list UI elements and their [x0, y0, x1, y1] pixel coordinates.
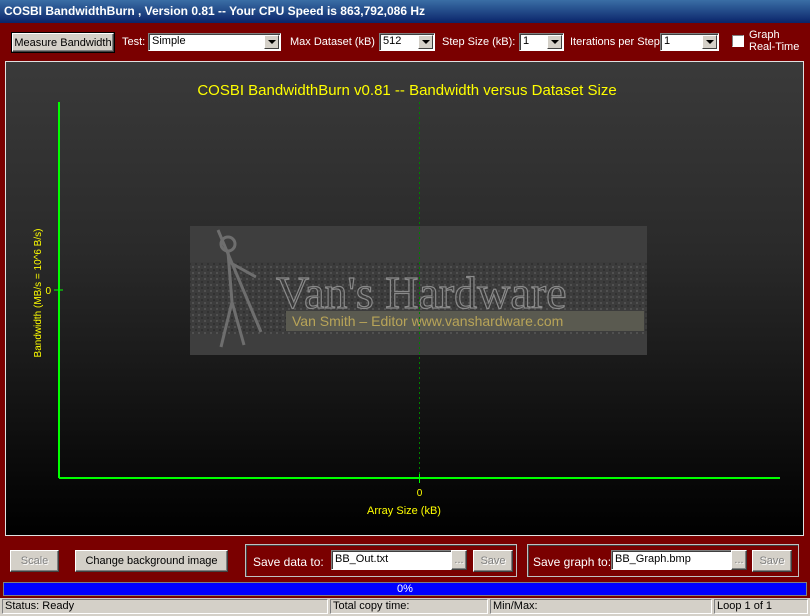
y-axis-label: Bandwidth (MB/s = 10^6 B/s) — [33, 229, 44, 358]
chevron-down-icon[interactable] — [264, 35, 279, 49]
save-graph-label: Save graph to: — [533, 555, 612, 569]
progress-bar: 0% — [3, 582, 807, 596]
watermark-logo: Van's Hardware Van Smith – Editor www.va… — [190, 226, 647, 355]
chart-title: COSBI BandwidthBurn v0.81 -- Bandwidth v… — [197, 82, 616, 99]
status-bar: Status: Ready Total copy time: Min/Max: … — [0, 598, 810, 616]
browse-graph-button[interactable]: ... — [731, 550, 747, 570]
y-tick-label: 0 — [45, 286, 51, 297]
iterations-value: 1 — [664, 35, 671, 47]
graph-realtime-label-line1: Graph — [749, 29, 780, 41]
graph-realtime-checkbox[interactable] — [732, 35, 744, 47]
loop-text: Loop 1 of 1 — [714, 599, 808, 614]
step-size-select[interactable]: 1 — [519, 33, 564, 51]
iterations-select[interactable]: 1 — [660, 33, 719, 51]
step-size-label: Step Size (kB): — [442, 36, 516, 48]
status-text: Status: Ready — [2, 599, 328, 614]
x-axis-label: Array Size (kB) — [367, 505, 441, 517]
save-graph-path-value: BB_Graph.bmp — [615, 553, 691, 565]
title-bar: COSBI BandwidthBurn , Version 0.81 -- Yo… — [0, 0, 810, 23]
test-label: Test: — [122, 36, 146, 48]
max-dataset-label: Max Dataset (kB) — [290, 36, 375, 48]
bandwidth-chart: Van's Hardware Van Smith – Editor www.va… — [33, 82, 780, 517]
save-graph-path-input[interactable]: BB_Graph.bmp — [611, 550, 732, 570]
window-title: COSBI BandwidthBurn , Version 0.81 -- Yo… — [4, 4, 426, 18]
minmax-text: Min/Max: — [490, 599, 712, 614]
x-tick-label: 0 — [417, 488, 423, 499]
save-data-label: Save data to: — [253, 555, 324, 569]
max-dataset-select[interactable]: 512 — [379, 33, 435, 51]
chevron-down-icon[interactable] — [547, 35, 562, 49]
test-select-value: Simple — [152, 35, 186, 47]
save-data-button[interactable]: Save — [473, 550, 513, 572]
browse-data-button[interactable]: ... — [451, 550, 467, 570]
watermark-subtitle: Van Smith – Editor www.vanshardware.com — [292, 313, 563, 329]
copy-time-text: Total copy time: — [330, 599, 488, 614]
test-select[interactable]: Simple — [148, 33, 281, 51]
measure-bandwidth-button[interactable]: Measure Bandwidth — [11, 32, 115, 53]
chart-area: Van's Hardware Van Smith – Editor www.va… — [5, 61, 804, 536]
change-background-button[interactable]: Change background image — [75, 550, 228, 572]
save-data-path-value: BB_Out.txt — [335, 553, 389, 565]
save-data-path-input[interactable]: BB_Out.txt — [331, 550, 452, 570]
watermark-title: Van's Hardware — [276, 267, 567, 318]
max-dataset-value: 512 — [383, 35, 402, 47]
iterations-label: Iterations per Step — [570, 36, 660, 48]
progress-label: 0% — [397, 583, 413, 595]
step-size-value: 1 — [523, 35, 530, 47]
scale-button[interactable]: Scale — [10, 550, 59, 572]
chevron-down-icon[interactable] — [702, 35, 717, 49]
save-graph-button[interactable]: Save — [752, 550, 792, 572]
chevron-down-icon[interactable] — [418, 35, 433, 49]
graph-realtime-label-line2: Real-Time — [749, 41, 800, 53]
